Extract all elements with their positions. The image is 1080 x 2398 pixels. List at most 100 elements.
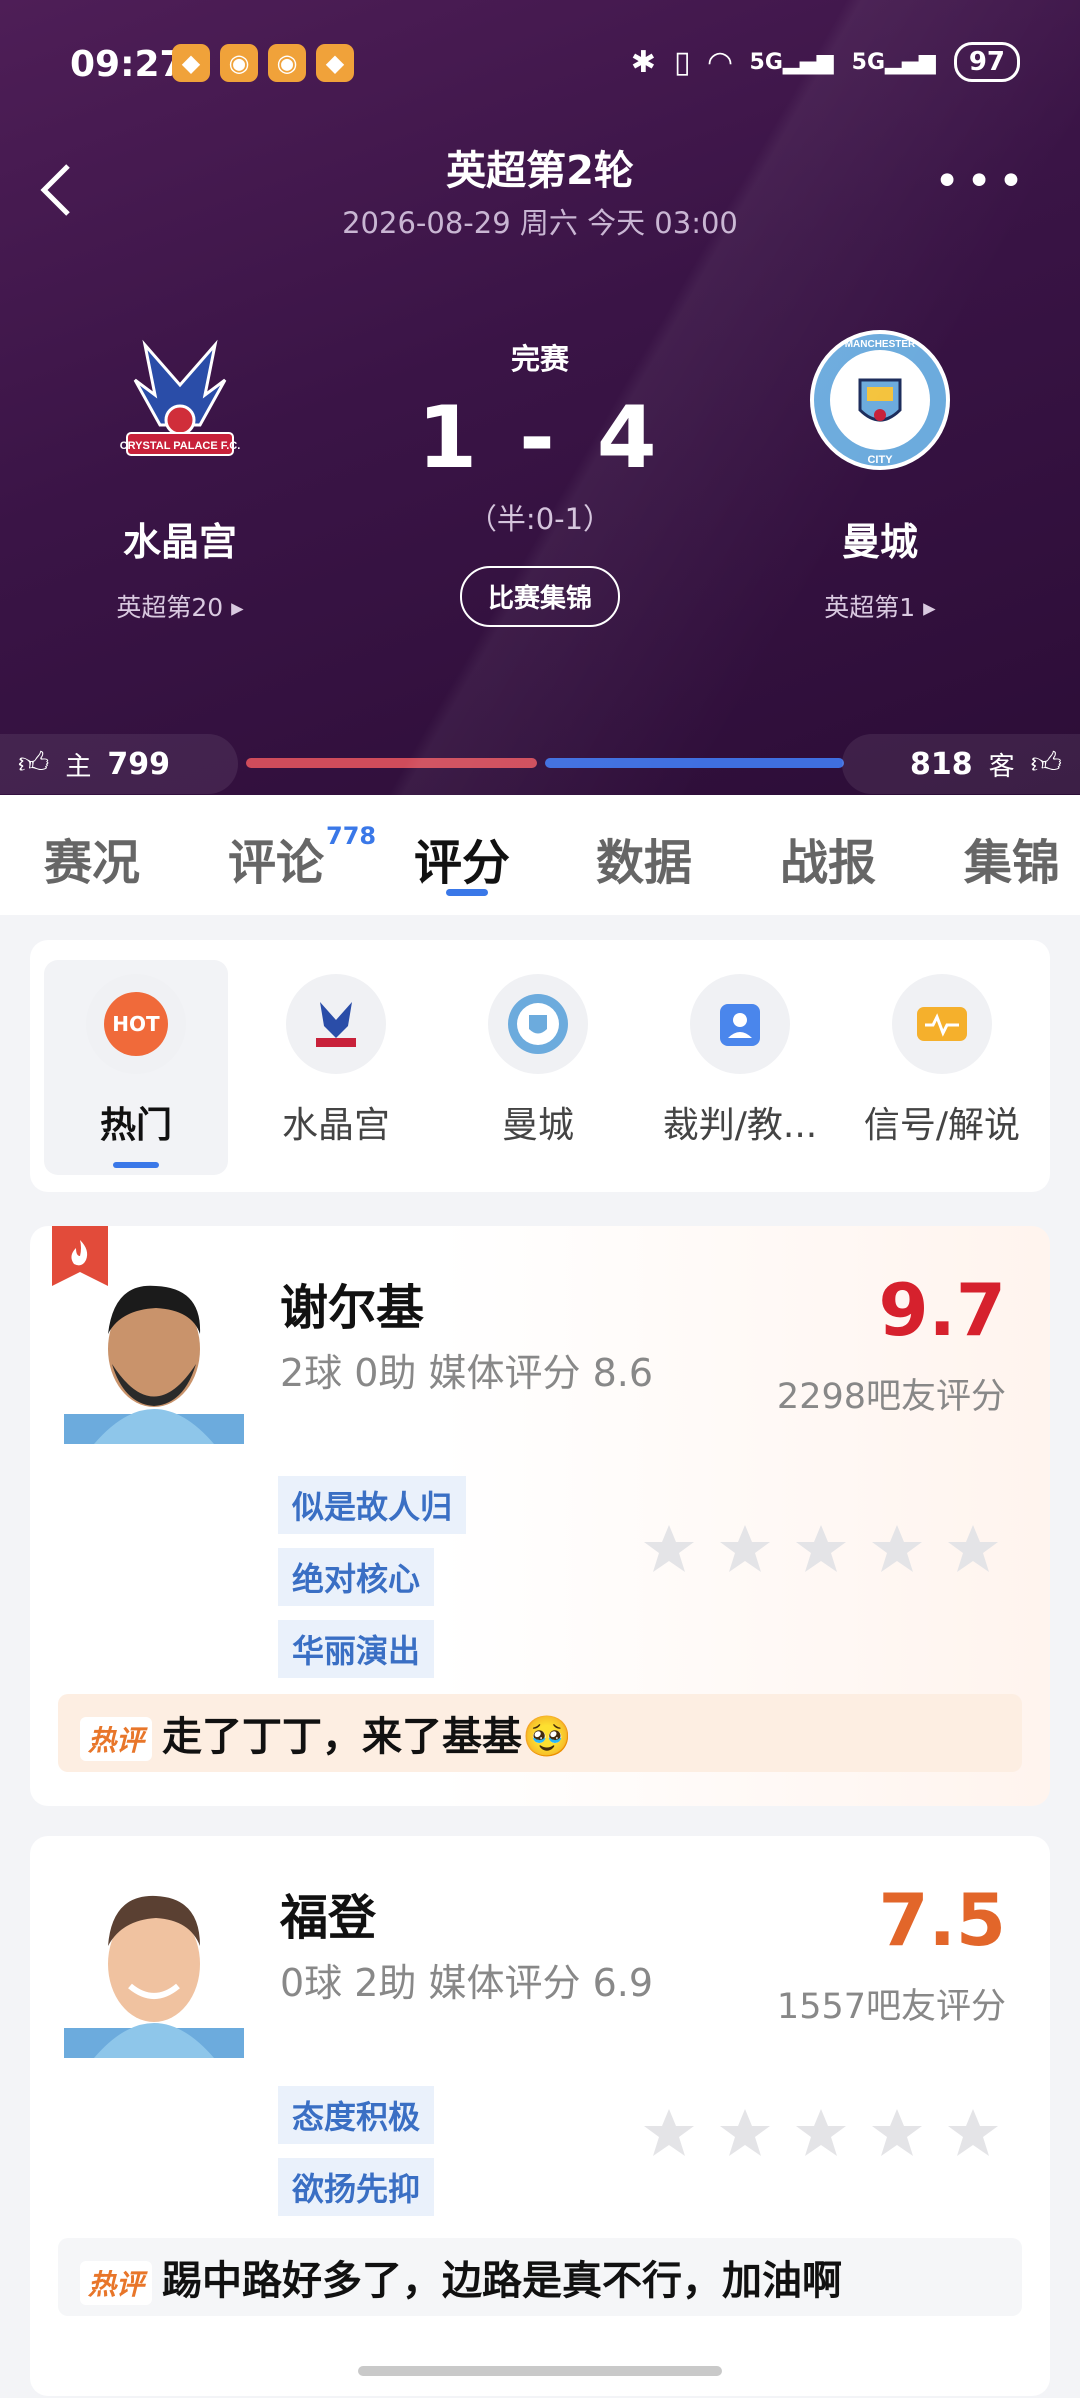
- star-icon[interactable]: [946, 1522, 1000, 1576]
- star-icon[interactable]: [870, 1522, 924, 1576]
- hot-icon: HOT: [86, 974, 186, 1074]
- app-notification-icon: ◆: [172, 44, 210, 82]
- star-icon[interactable]: [870, 2106, 924, 2160]
- away-team-name: 曼城: [841, 520, 918, 564]
- score-block: 完赛 1 - 4 （半:0-1） 比赛集锦: [340, 336, 740, 627]
- hot-comment-label: 热评: [80, 1717, 153, 1761]
- tab-report[interactable]: 战报: [780, 823, 876, 893]
- man-city-crest-icon: MANCHESTER CITY: [810, 330, 950, 470]
- away-support-bar: [545, 758, 844, 768]
- halftime-score: （半:0-1）: [467, 502, 613, 536]
- fan-rating-count: 2298吧友评分: [776, 1377, 1006, 1417]
- man-city-crest-icon: [488, 974, 588, 1074]
- away-like-button[interactable]: 818 客 👍︎: [842, 734, 1080, 794]
- weibo-icon: ◉: [220, 44, 258, 82]
- rating-filter: HOT 热门 水晶宫 曼城 裁判/教... 信号/解说: [30, 940, 1050, 1192]
- match-status: 完赛: [510, 342, 569, 376]
- signal-icon: 5G▂▄▆: [749, 49, 834, 75]
- player-tag[interactable]: 态度积极: [278, 2086, 435, 2144]
- tab-stats[interactable]: 数据: [596, 823, 692, 893]
- match-header: 09:27 ◆ ◉ ◉ ◆ ✱ ▯ ◠ 5G▂▄▆ 5G▂▄▆ 97 英超第2轮…: [0, 0, 1080, 795]
- filter-indicator: [113, 1162, 159, 1168]
- player-name: 福登: [280, 1890, 377, 1946]
- weibo-icon: ◉: [268, 44, 306, 82]
- home-team-name: 水晶宫: [122, 520, 237, 564]
- player-tag[interactable]: 绝对核心: [278, 1548, 435, 1606]
- home-support-bar: [246, 758, 537, 768]
- clock: 09:27: [70, 44, 185, 85]
- fan-rating: 9.7: [878, 1268, 1006, 1352]
- svg-text:CITY: CITY: [867, 454, 893, 466]
- player-tag[interactable]: 华丽演出: [278, 1620, 435, 1678]
- player-rating-card[interactable]: 福登 0球 2助 媒体评分 6.9 态度积极 欲扬先抑 7.5 1557吧友评分…: [30, 1836, 1050, 2396]
- active-tab-indicator: [446, 889, 488, 896]
- player-photo: [64, 1895, 244, 2058]
- svg-text:MANCHESTER: MANCHESTER: [845, 339, 916, 350]
- star-icon[interactable]: [642, 1522, 696, 1576]
- away-team[interactable]: MANCHESTER CITY 曼城 英超第1 ▸: [760, 325, 1000, 624]
- away-team-rank[interactable]: 英超第1 ▸: [760, 588, 1000, 624]
- home-team-rank[interactable]: 英超第20 ▸: [60, 588, 300, 624]
- player-stats: 2球 0助 媒体评分 8.6: [280, 1351, 654, 1395]
- phone-icon: ▯: [673, 44, 691, 80]
- referee-icon: [690, 974, 790, 1074]
- tab-highlights[interactable]: 集锦: [964, 823, 1060, 893]
- filter-home-team[interactable]: 水晶宫: [244, 960, 428, 1175]
- filter-referee-coach[interactable]: 裁判/教...: [648, 960, 832, 1175]
- away-like-count: 818: [910, 746, 973, 782]
- player-tags: 态度积极 欲扬先抑: [278, 2086, 435, 2230]
- fan-rating-count: 1557吧友评分: [776, 1987, 1006, 2027]
- highlights-button[interactable]: 比赛集锦: [459, 566, 620, 627]
- crystal-palace-crest-icon: [286, 974, 386, 1074]
- star-icon[interactable]: [794, 1522, 848, 1576]
- status-bar: 09:27 ◆ ◉ ◉ ◆ ✱ ▯ ◠ 5G▂▄▆ 5G▂▄▆ 97: [0, 38, 1080, 94]
- page-title: 英超第2轮: [446, 148, 634, 194]
- signal-icon: 5G▂▄▆: [851, 49, 936, 75]
- hot-comment[interactable]: 热评 踢中路好多了，边路是真不行，加油啊: [58, 2238, 1022, 2316]
- score: 1 - 4: [417, 388, 663, 488]
- support-bar: 👍︎ 主 799 818 客 👍︎: [0, 734, 1080, 794]
- player-photo: [64, 1285, 244, 1444]
- filter-broadcast[interactable]: 信号/解说: [850, 960, 1034, 1175]
- star-icon[interactable]: [794, 2106, 848, 2160]
- svg-text:CRYSTAL PALACE F.C.: CRYSTAL PALACE F.C.: [120, 440, 241, 452]
- player-stats: 0球 2助 媒体评分 6.9: [280, 1961, 654, 2005]
- rate-stars[interactable]: [642, 2106, 1000, 2160]
- player-tag[interactable]: 似是故人归: [278, 1476, 467, 1534]
- hot-comment-label: 热评: [80, 2261, 153, 2305]
- app-notification-icon: ◆: [316, 44, 354, 82]
- tab-overview[interactable]: 赛况: [44, 823, 140, 893]
- crystal-palace-crest-icon: CRYSTAL PALACE F.C.: [120, 339, 241, 456]
- player-tags: 似是故人归 绝对核心 华丽演出: [278, 1476, 467, 1692]
- home-like-button[interactable]: 👍︎ 主 799: [0, 734, 238, 794]
- video-icon: [892, 974, 992, 1074]
- notification-icons: ◆ ◉ ◉ ◆: [172, 44, 354, 82]
- star-icon[interactable]: [642, 2106, 696, 2160]
- rate-stars[interactable]: [642, 1522, 1000, 1576]
- fan-rating: 7.5: [878, 1878, 1006, 1962]
- star-icon[interactable]: [718, 2106, 772, 2160]
- tab-comments[interactable]: 评论778: [228, 822, 376, 893]
- star-icon[interactable]: [718, 1522, 772, 1576]
- wifi-icon: ◠: [708, 44, 732, 80]
- bluetooth-icon: ✱: [630, 44, 656, 80]
- home-like-count: 799: [107, 746, 170, 782]
- thumbs-up-icon: 👍︎: [18, 746, 50, 781]
- hot-comment-text: 走了丁丁，来了基基🥹: [162, 1714, 572, 1760]
- home-indicator[interactable]: [358, 2366, 722, 2376]
- filter-away-team[interactable]: 曼城: [446, 960, 630, 1175]
- star-icon[interactable]: [946, 2106, 1000, 2160]
- battery-icon: 97: [953, 42, 1020, 82]
- player-tag[interactable]: 欲扬先抑: [278, 2158, 435, 2216]
- filter-hot[interactable]: HOT 热门: [44, 960, 228, 1175]
- home-team[interactable]: CRYSTAL PALACE F.C. 水晶宫 英超第20 ▸: [60, 325, 300, 624]
- tab-ratings[interactable]: 评分: [414, 823, 510, 893]
- hot-comment[interactable]: 热评 走了丁丁，来了基基🥹: [58, 1694, 1022, 1772]
- hot-comment-text: 踢中路好多了，边路是真不行，加油啊: [162, 2258, 843, 2304]
- player-name: 谢尔基: [280, 1280, 425, 1336]
- player-rating-card[interactable]: 谢尔基 2球 0助 媒体评分 8.6 似是故人归 绝对核心 华丽演出 9.7 2…: [30, 1226, 1050, 1806]
- thumbs-up-icon: 👍︎: [1030, 746, 1062, 781]
- more-icon[interactable]: •••: [934, 160, 1030, 204]
- match-datetime: 2026-08-29 周六 今天 03:00: [342, 206, 738, 240]
- tab-bar: 赛况 评论778 评分 数据 战报 集锦: [0, 795, 1080, 915]
